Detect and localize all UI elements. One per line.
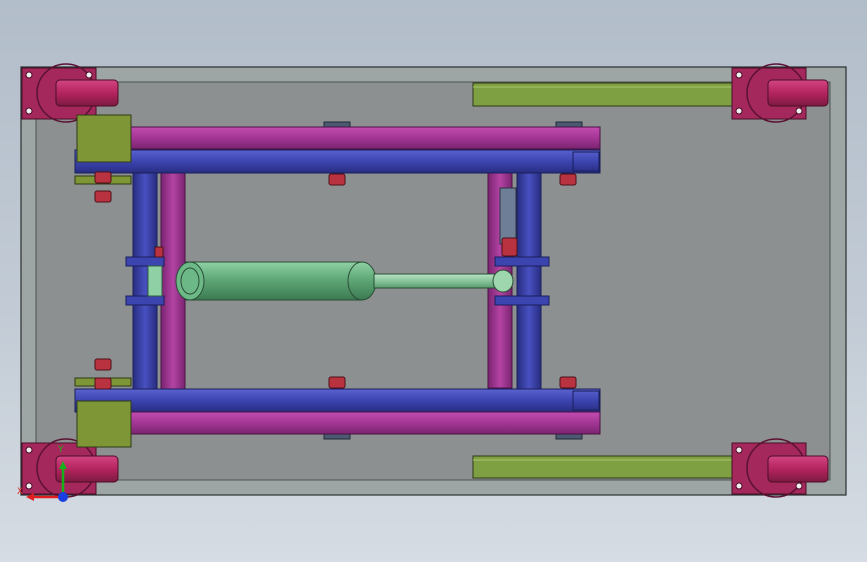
end-block-top-left[interactable]: [76, 114, 132, 163]
guide-rail-top[interactable]: [472, 82, 736, 107]
cad-viewport[interactable]: X Y: [0, 0, 867, 562]
hydraulic-cylinder[interactable]: [175, 261, 377, 301]
frame-post-right[interactable]: [516, 169, 542, 393]
frame-rail-bottom[interactable]: [74, 388, 601, 413]
assembly-drawing[interactable]: X Y: [0, 0, 867, 562]
guide-rail-bottom[interactable]: [472, 455, 736, 479]
x-axis-label: X: [17, 487, 23, 497]
scissor-arm-top[interactable]: [122, 126, 601, 150]
scissor-arm-bottom[interactable]: [122, 411, 601, 435]
y-axis-label: Y: [57, 445, 64, 455]
frame-rail-top[interactable]: [74, 149, 601, 174]
end-block-bottom-left[interactable]: [76, 400, 132, 448]
